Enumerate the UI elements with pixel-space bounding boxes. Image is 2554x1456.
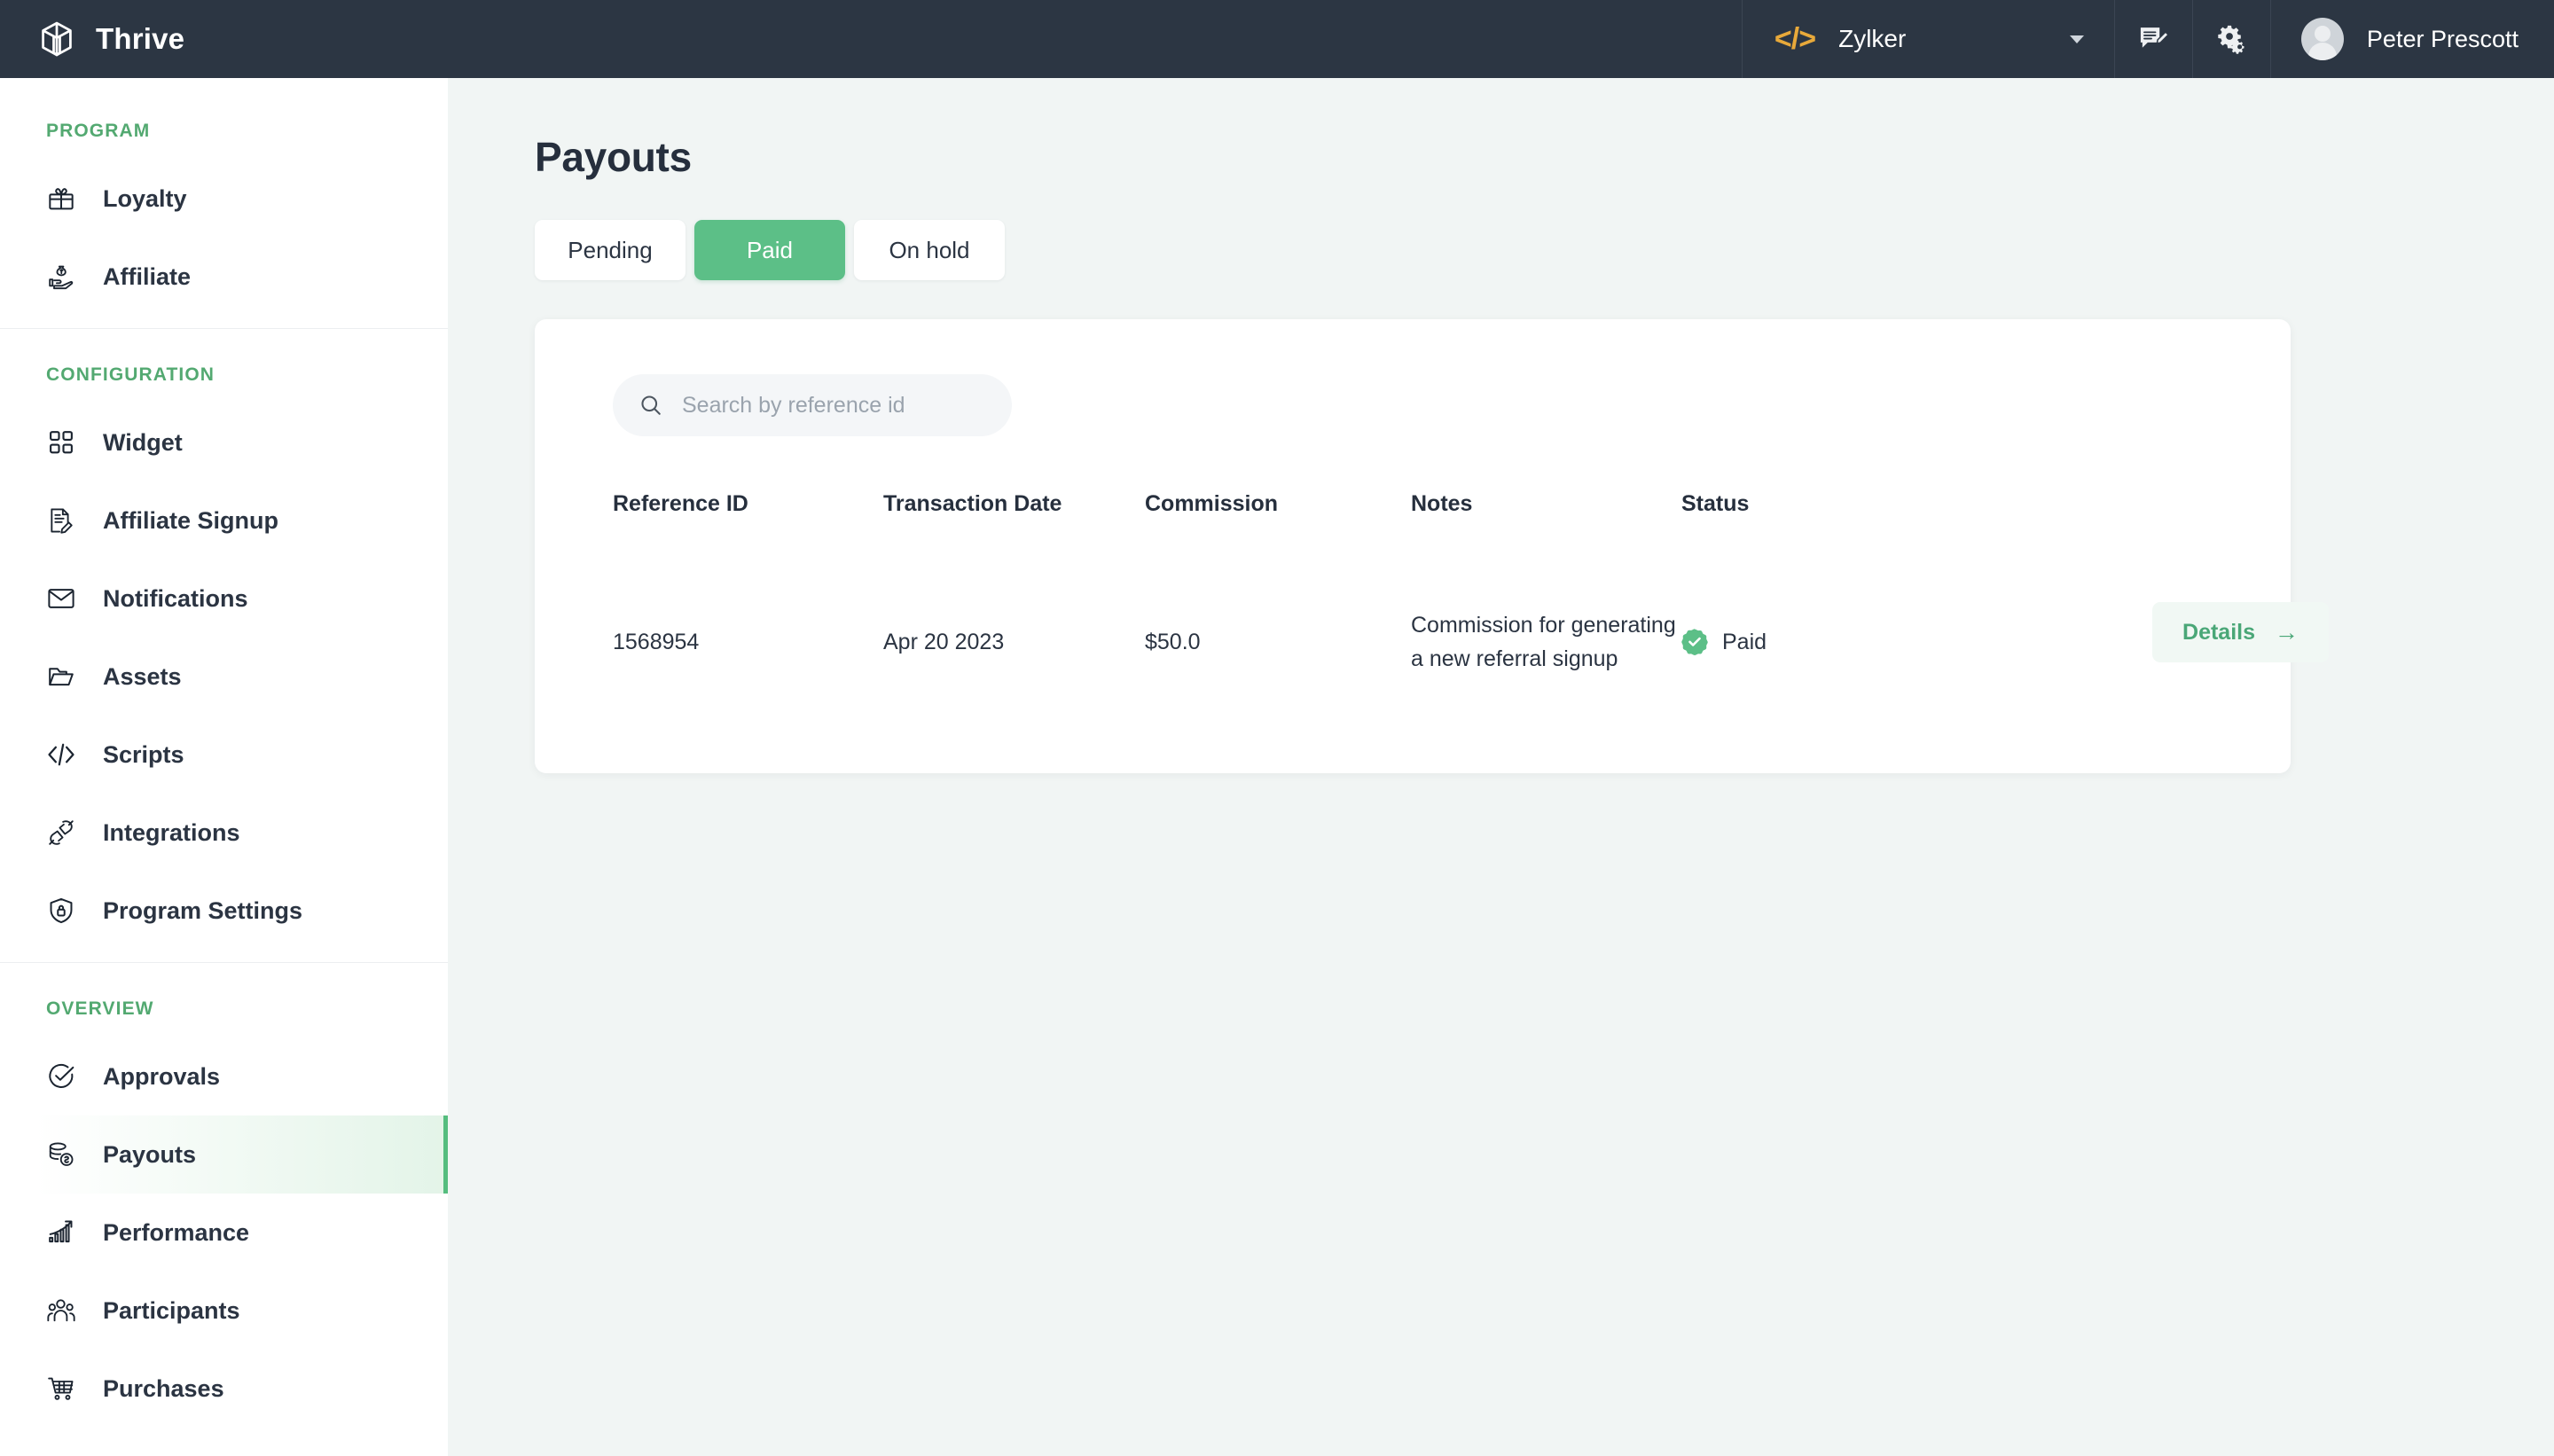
- plug-connector-icon: [46, 818, 76, 848]
- sidebar-item-label: Loyalty: [103, 185, 187, 213]
- sidebar-item-label: Performance: [103, 1219, 249, 1247]
- coins-dollar-icon: [46, 1139, 76, 1170]
- column-header-actions: [2063, 491, 2329, 539]
- sidebar-item-label: Widget: [103, 429, 183, 457]
- cell-reference-id: 1568954: [613, 539, 883, 711]
- main-content: Payouts Pending Paid On hold: [448, 78, 2554, 1456]
- sidebar-item-performance[interactable]: Performance: [0, 1194, 448, 1272]
- sidebar-item-notifications[interactable]: Notifications: [0, 560, 448, 638]
- user-name: Peter Prescott: [2367, 26, 2519, 53]
- sidebar-section-title-configuration: CONFIGURATION: [0, 329, 448, 403]
- sidebar-section-title-program: PROGRAM: [0, 85, 448, 160]
- header-spacer: [448, 0, 1742, 78]
- search-box[interactable]: [613, 374, 1012, 436]
- cell-notes: Commission for generating a new referral…: [1411, 539, 1681, 711]
- user-avatar-icon: [2301, 18, 2344, 60]
- sidebar-item-label: Assets: [103, 663, 182, 691]
- search-icon: [639, 394, 662, 417]
- bar-chart-arrow-icon: [46, 1217, 76, 1248]
- status-text: Paid: [1722, 630, 1767, 655]
- sidebar-item-label: Participants: [103, 1297, 240, 1325]
- people-group-icon: [46, 1296, 76, 1326]
- sidebar-item-label: Scripts: [103, 741, 184, 769]
- search-input[interactable]: [682, 393, 985, 419]
- shield-lock-icon: [46, 896, 76, 926]
- sidebar-item-label: Purchases: [103, 1375, 224, 1403]
- app-root: Thrive </> Zylker: [0, 0, 2554, 1456]
- status-badge: Paid: [1681, 629, 2063, 655]
- sidebar-item-label: Notifications: [103, 585, 248, 613]
- cell-commission: $50.0: [1145, 539, 1411, 711]
- column-header-status: Status: [1681, 491, 2063, 539]
- gift-icon: [46, 184, 76, 214]
- sidebar-item-participants[interactable]: Participants: [0, 1272, 448, 1350]
- sidebar-item-purchases[interactable]: Purchases: [0, 1350, 448, 1428]
- grid-widget-icon: [46, 427, 76, 458]
- cell-status: Paid: [1681, 539, 2063, 711]
- code-brackets-icon: </>: [1774, 24, 1815, 54]
- sidebar-item-affiliate-signup[interactable]: Affiliate Signup: [0, 481, 448, 560]
- sidebar-item-payouts[interactable]: Payouts: [0, 1115, 448, 1194]
- sidebar-item-label: Affiliate Signup: [103, 507, 278, 535]
- feedback-button[interactable]: [2114, 0, 2192, 78]
- brand-name: Thrive: [96, 22, 184, 56]
- arrow-right-icon: →: [2275, 621, 2299, 645]
- payouts-table: Reference ID Transaction Date Commission…: [613, 491, 2329, 711]
- sidebar-item-widget[interactable]: Widget: [0, 403, 448, 481]
- user-menu[interactable]: Peter Prescott: [2270, 0, 2554, 78]
- table-header-row: Reference ID Transaction Date Commission…: [613, 491, 2329, 539]
- verified-check-badge-icon: [1681, 629, 1708, 655]
- payouts-card: Reference ID Transaction Date Commission…: [535, 319, 2291, 773]
- sidebar-item-program-settings[interactable]: Program Settings: [0, 872, 448, 950]
- envelope-icon: [46, 583, 76, 614]
- top-header: Thrive </> Zylker: [0, 0, 2554, 78]
- details-button-label: Details: [2182, 620, 2255, 646]
- column-header-notes: Notes: [1411, 491, 1681, 539]
- details-button[interactable]: Details →: [2152, 602, 2329, 662]
- sidebar-item-assets[interactable]: Assets: [0, 638, 448, 716]
- gears-settings-icon: [2215, 23, 2247, 55]
- folder-icon: [46, 661, 76, 692]
- sidebar-item-loyalty[interactable]: Loyalty: [0, 160, 448, 238]
- column-header-commission: Commission: [1145, 491, 1411, 539]
- sidebar-item-label: Payouts: [103, 1141, 196, 1169]
- sidebar-item-integrations[interactable]: Integrations: [0, 794, 448, 872]
- column-header-transaction-date: Transaction Date: [883, 491, 1145, 539]
- money-hand-icon: [46, 262, 76, 292]
- cell-transaction-date: Apr 20 2023: [883, 539, 1145, 711]
- status-filter-tabs: Pending Paid On hold: [535, 220, 2554, 280]
- code-brackets-icon: [46, 740, 76, 770]
- column-header-reference-id: Reference ID: [613, 491, 883, 539]
- shopping-cart-icon: [46, 1374, 76, 1404]
- tab-pending[interactable]: Pending: [535, 220, 686, 280]
- chevron-down-icon[interactable]: [2070, 35, 2084, 43]
- check-circle-icon: [46, 1061, 76, 1092]
- org-name: Zylker: [1838, 25, 2047, 53]
- sidebar-item-scripts[interactable]: Scripts: [0, 716, 448, 794]
- sidebar-item-approvals[interactable]: Approvals: [0, 1037, 448, 1115]
- org-switcher[interactable]: </> Zylker: [1742, 0, 2114, 78]
- tab-on-hold[interactable]: On hold: [854, 220, 1005, 280]
- table-header: Reference ID Transaction Date Commission…: [613, 491, 2329, 539]
- sidebar-item-label: Approvals: [103, 1063, 220, 1091]
- sidebar-item-label: Integrations: [103, 819, 240, 847]
- brand-area[interactable]: Thrive: [0, 0, 448, 78]
- document-pencil-icon: [46, 505, 76, 536]
- body-row: PROGRAM Loyalty: [0, 78, 2554, 1456]
- tab-paid[interactable]: Paid: [694, 220, 845, 280]
- settings-button[interactable]: [2192, 0, 2270, 78]
- page-title: Payouts: [535, 133, 2554, 181]
- sidebar-item-label: Affiliate: [103, 263, 191, 291]
- table-body: 1568954 Apr 20 2023 $50.0 Commission for…: [613, 539, 2329, 711]
- table-row[interactable]: 1568954 Apr 20 2023 $50.0 Commission for…: [613, 539, 2329, 711]
- feedback-speech-bubble-icon: [2137, 23, 2169, 55]
- sidebar-item-label: Program Settings: [103, 897, 302, 925]
- cell-actions: Details →: [2063, 539, 2329, 711]
- cube-logo-icon: [37, 20, 76, 59]
- sidebar: PROGRAM Loyalty: [0, 78, 448, 1456]
- sidebar-item-affiliate[interactable]: Affiliate: [0, 238, 448, 316]
- sidebar-section-title-overview: OVERVIEW: [0, 963, 448, 1037]
